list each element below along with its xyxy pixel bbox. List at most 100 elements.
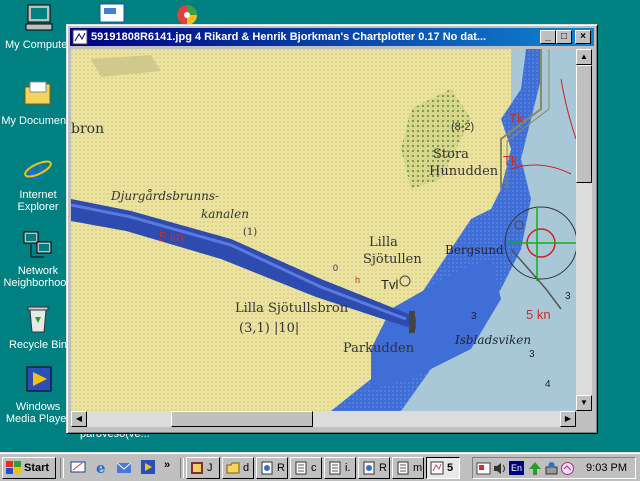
tray-monitor-icon[interactable]: [560, 461, 575, 476]
map-depth: 3: [471, 311, 477, 322]
map-depth: 0: [333, 263, 339, 273]
taskbar-button[interactable]: R: [256, 457, 288, 479]
app-icon: [191, 462, 203, 474]
chartplotter-window[interactable]: 59191808R6141.jpg 4 Rikard & Henrik Bjor…: [66, 24, 598, 434]
scroll-down-icon[interactable]: ▼: [576, 395, 592, 411]
taskbar-separator: [180, 458, 184, 478]
map-label-bron: bron: [71, 121, 105, 137]
network-icon: [23, 231, 52, 258]
desktop-icon-my-documents[interactable]: My Documents: [0, 78, 76, 127]
scrollbar-corner: [576, 411, 592, 427]
chartplotter-app-icon: [72, 29, 88, 45]
language-indicator[interactable]: En: [509, 461, 524, 475]
start-label: Start: [24, 462, 50, 474]
taskbar-button[interactable]: d: [222, 457, 254, 479]
taskbar-button-label: R: [277, 462, 285, 474]
svg-text:e: e: [96, 459, 106, 475]
desktop-icon-label: Recycle Bin: [8, 339, 68, 351]
bridge-clearance: (3,1) |10|: [239, 321, 300, 336]
map-label-isbladsviken: Isbladsviken: [455, 333, 532, 347]
window-title: 59191808R6141.jpg 4 Rikard & Henrik Bjor…: [91, 31, 487, 43]
window-titlebar[interactable]: 59191808R6141.jpg 4 Rikard & Henrik Bjor…: [70, 28, 594, 46]
system-tray: En 9:03 PM: [472, 457, 636, 479]
scroll-left-icon[interactable]: ◀: [71, 411, 87, 427]
taskbar-button[interactable]: c: [290, 457, 322, 479]
document-icon: [261, 461, 273, 475]
map-label-stora-code: (8-2): [451, 121, 475, 133]
map-depth: 3: [529, 349, 535, 360]
map-label-parkudden: Parkudden: [343, 341, 415, 356]
desktop-icon-internet-explorer[interactable]: e Internet Explorer: [0, 152, 76, 213]
network-tray-icon[interactable]: [528, 461, 543, 476]
taskbar-button-label: c: [311, 462, 317, 474]
windows-logo-icon: [6, 461, 21, 474]
map-label-lilla: Lilla: [369, 235, 398, 250]
desktop-icon-label: Internet Explorer: [17, 189, 59, 213]
vertical-scrollbar[interactable]: ▲ ▼: [576, 49, 592, 411]
taskbar-button-label: J: [207, 462, 213, 474]
start-button[interactable]: Start: [2, 457, 56, 479]
desktop-icon-my-computer[interactable]: My Computer: [0, 2, 76, 51]
taskbar: Start e » J d R c i. R m 5 En 9:03 PM: [0, 452, 640, 481]
maximize-button[interactable]: □: [556, 30, 572, 44]
taskbar-button-label: i.: [345, 462, 351, 474]
map-label-tk-2: Tk: [503, 153, 518, 168]
map-label-tvl: Tvl: [381, 277, 399, 292]
map-label-sjotullen: Sjötullen: [363, 252, 422, 267]
map-label-sjotullsbron: Lilla Sjötullsbron: [235, 301, 349, 316]
scroll-right-icon[interactable]: ▶: [560, 411, 576, 427]
taskbar-clock[interactable]: 9:03 PM: [586, 458, 627, 478]
taskbar-button[interactable]: m: [392, 457, 424, 479]
desktop-icon-label: My Documents: [1, 115, 75, 127]
map-label-tk-1: Tk: [509, 111, 524, 126]
media-disc-icon[interactable]: [172, 2, 202, 24]
map-label-canal: Djurgårdsbrunns-: [111, 189, 220, 203]
map-label-stora: Stora: [433, 147, 469, 162]
taskbar-button-label: m: [413, 462, 423, 474]
media-player-icon: [26, 366, 52, 392]
desktop-icon-recycle-bin[interactable]: Recycle Bin: [0, 302, 76, 351]
taskbar-button-chartplotter[interactable]: 5: [426, 457, 460, 479]
desktop-icon-network-neighborhood[interactable]: Network Neighborhood: [0, 228, 76, 289]
map-label-bergsund: Bergsund: [445, 243, 504, 257]
desktop-icon-media-player[interactable]: Windows Media Player: [0, 364, 76, 425]
horizontal-scrollbar[interactable]: ◀ ▶: [71, 411, 576, 427]
internet-explorer-icon[interactable]: e: [94, 459, 110, 475]
internet-explorer-icon: e: [24, 153, 52, 186]
taskbar-button[interactable]: i.: [324, 457, 356, 479]
horizontal-scroll-thumb[interactable]: [171, 411, 313, 427]
my-computer-icon: [25, 4, 53, 31]
folder-icon: [24, 81, 51, 105]
minimize-button[interactable]: _: [540, 30, 556, 44]
more-quicklaunch-icon[interactable]: »: [164, 459, 170, 471]
program-icon[interactable]: [98, 2, 126, 24]
nautical-chart[interactable]: bron Djurgårdsbrunns- kanalen (1) 5 kn L…: [71, 49, 576, 411]
map-label-canal-2: kanalen: [201, 207, 249, 221]
bridge-marker: [409, 311, 415, 333]
taskbar-button-label: d: [243, 462, 250, 474]
desktop-icon-label: Network Neighborhood: [3, 265, 73, 289]
tray-app-icon[interactable]: [476, 461, 491, 476]
folder-icon: [226, 462, 240, 474]
map-label-canal-code: (1): [243, 227, 258, 238]
map-tiny-label: h: [355, 275, 361, 285]
map-depth: 4: [545, 379, 551, 390]
taskbar-button[interactable]: R: [358, 457, 390, 479]
vertical-scroll-thumb[interactable]: [576, 65, 592, 183]
close-button[interactable]: ×: [575, 30, 591, 44]
scroll-up-icon[interactable]: ▲: [576, 49, 592, 65]
notepad-icon: [329, 461, 341, 475]
media-player-icon[interactable]: [140, 459, 156, 475]
taskbar-button[interactable]: J: [186, 457, 220, 479]
outlook-express-icon[interactable]: [116, 459, 132, 475]
taskbar-button-label: R: [379, 462, 387, 474]
taskbar-separator: [60, 458, 64, 478]
notepad-icon: [295, 461, 307, 475]
show-desktop-icon[interactable]: [70, 459, 86, 475]
speaker-icon[interactable]: [492, 461, 507, 476]
tray-utility-icon[interactable]: [544, 461, 559, 476]
notepad-icon: [397, 461, 409, 475]
map-depth: 3: [565, 291, 571, 302]
desktop-icon-label: Windows Media Player: [5, 401, 71, 425]
chart-canvas: [71, 49, 576, 411]
